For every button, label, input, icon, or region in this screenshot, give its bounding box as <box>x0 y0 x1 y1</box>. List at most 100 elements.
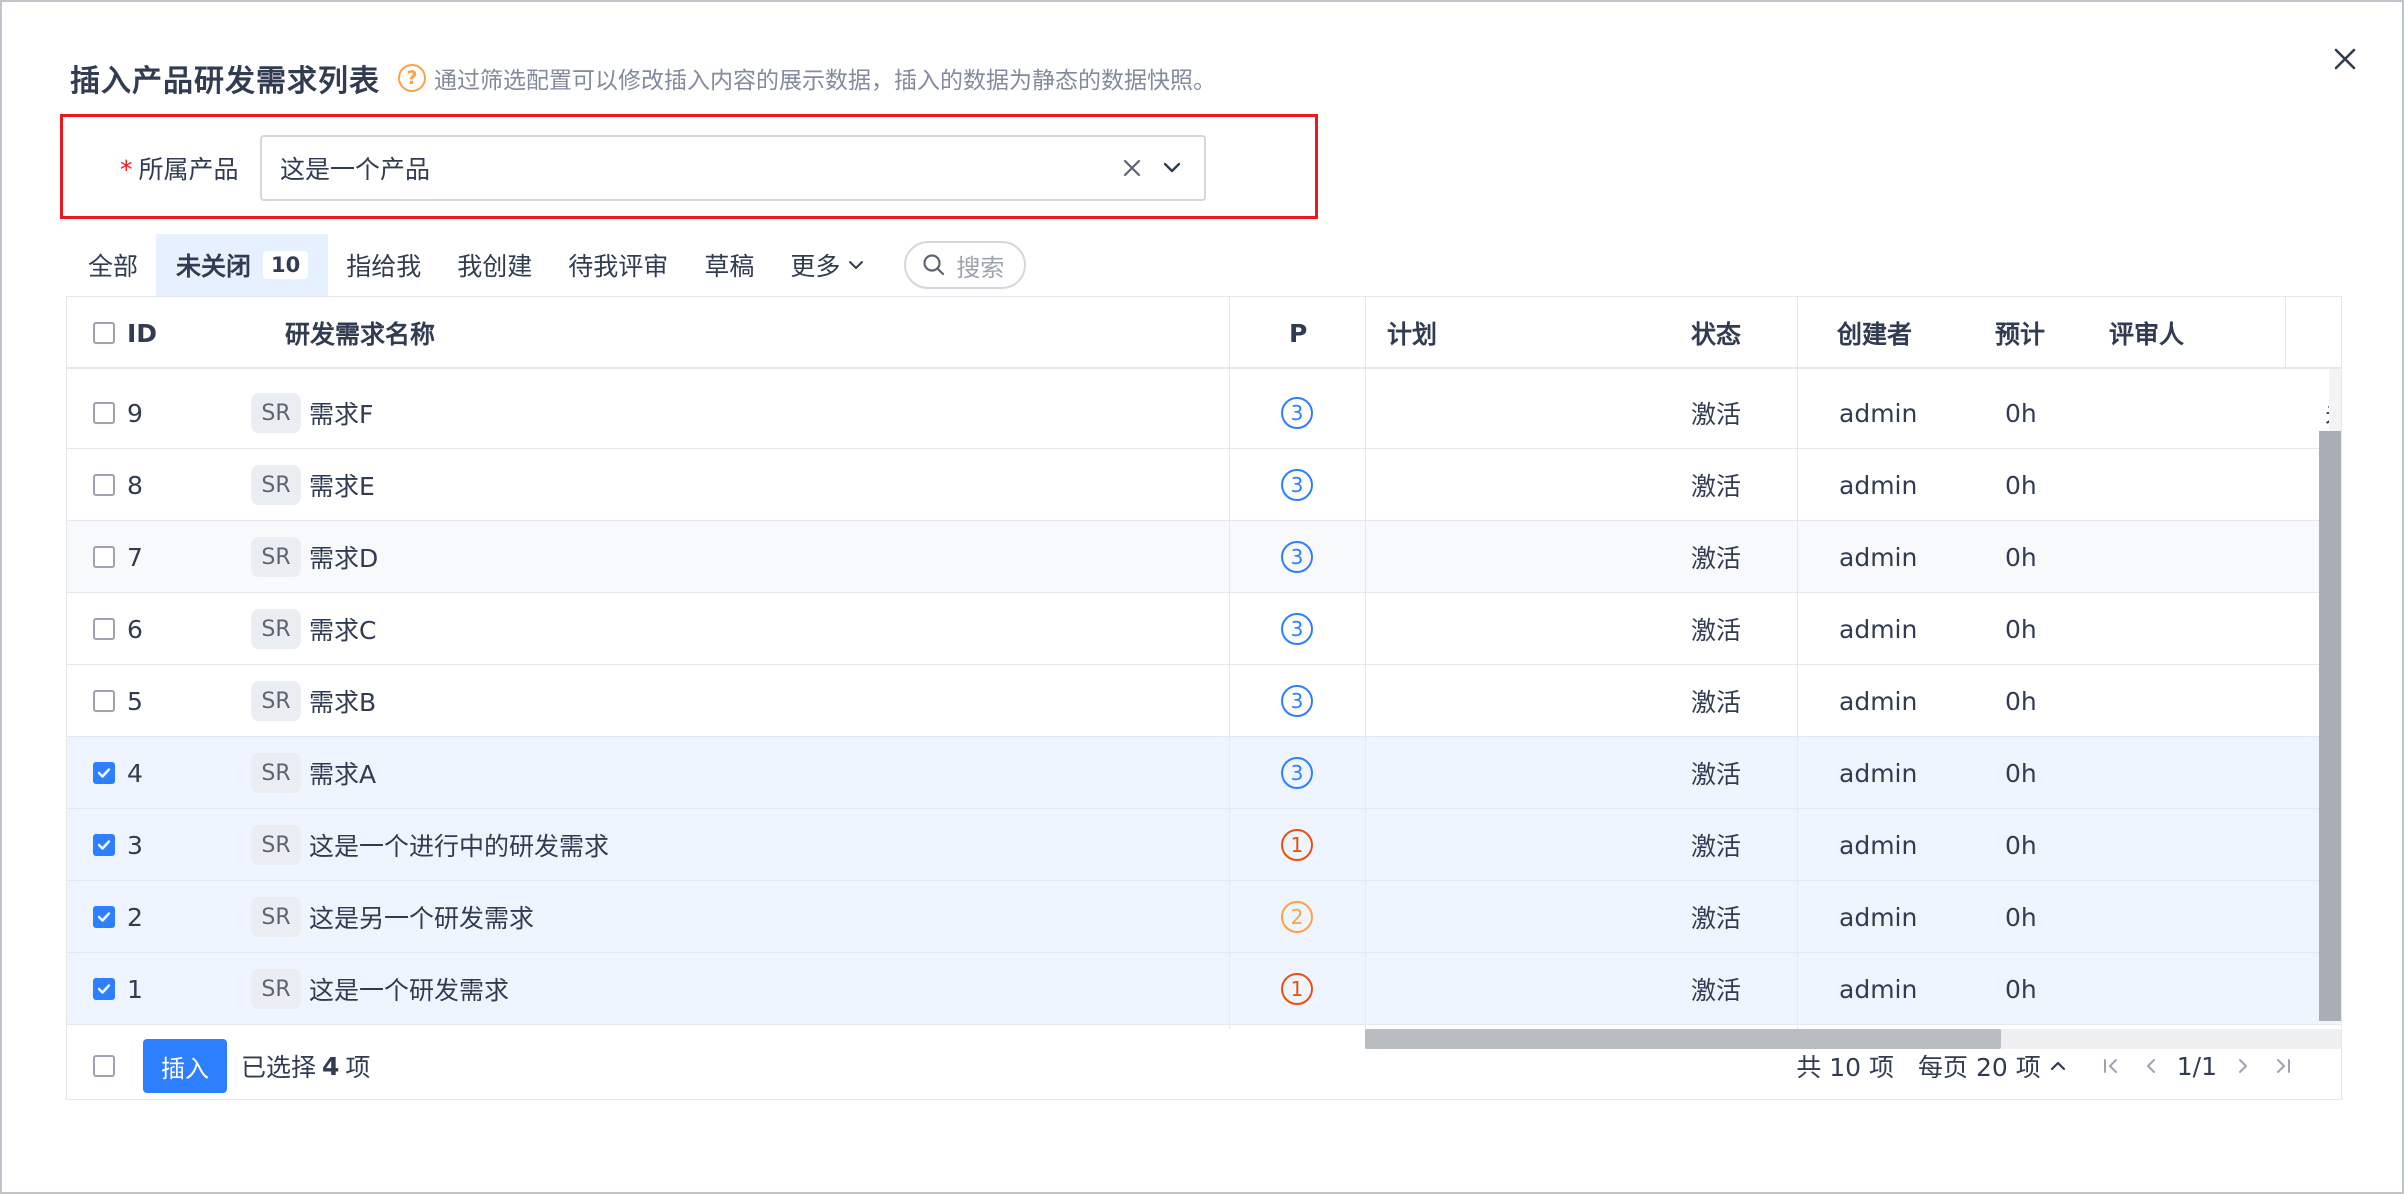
chevron-up-icon[interactable] <box>2049 1060 2067 1072</box>
table-row[interactable]: 2SR这是另一个研发需求2激活admin0h未 <box>67 881 2341 953</box>
tab-unclosed-count: 10 <box>263 251 309 279</box>
row-checkbox[interactable] <box>93 377 115 449</box>
header-name[interactable]: 研发需求名称 <box>285 297 435 369</box>
pager-page: 1/1 <box>2176 1051 2217 1081</box>
priority-badge: 1 <box>1281 829 1313 861</box>
row-checkbox[interactable] <box>93 737 115 809</box>
vertical-scrollbar[interactable] <box>2319 431 2341 1021</box>
row-checkbox[interactable] <box>93 953 115 1025</box>
row-estimate: 0h <box>2005 470 2037 500</box>
row-checkbox[interactable] <box>93 809 115 881</box>
close-icon[interactable] <box>2328 42 2362 76</box>
row-id: 2 <box>127 902 143 932</box>
table-row[interactable]: 9SR需求F3激活admin0h未 <box>67 377 2341 449</box>
row-priority: 3 <box>1281 593 1313 665</box>
row-id: 5 <box>127 686 143 716</box>
insert-button[interactable]: 插入 <box>143 1039 227 1093</box>
row-name-cell[interactable]: SR 这是另一个研发需求 <box>251 881 534 953</box>
dialog-title: 插入产品研发需求列表 <box>70 64 380 99</box>
pager-per-page[interactable]: 每页 20 项 <box>1918 1048 2041 1084</box>
tab-unclosed-label: 未关闭 <box>176 252 252 281</box>
tab-created[interactable]: 我创建 <box>439 234 550 296</box>
last-page-icon[interactable] <box>2263 1049 2303 1083</box>
row-id: 7 <box>127 542 143 572</box>
tab-assigned[interactable]: 指给我 <box>328 234 439 296</box>
row-name[interactable]: 需求D <box>309 539 378 575</box>
row-status: 激活 <box>1691 472 1742 501</box>
row-status: 激活 <box>1691 688 1742 717</box>
row-checkbox[interactable] <box>93 521 115 593</box>
tab-draft[interactable]: 草稿 <box>686 234 772 296</box>
row-name[interactable]: 需求E <box>309 467 375 503</box>
row-name[interactable]: 这是另一个研发需求 <box>309 899 534 935</box>
row-checkbox[interactable] <box>93 665 115 737</box>
row-name-cell[interactable]: SR 这是一个进行中的研发需求 <box>251 809 609 881</box>
product-select[interactable]: 这是一个产品 <box>260 135 1206 201</box>
next-page-icon[interactable] <box>2223 1049 2263 1083</box>
row-creator: admin <box>1839 830 1918 860</box>
row-creator: admin <box>1839 542 1918 572</box>
row-estimate: 0h <box>2005 614 2037 644</box>
selected-prefix: 已选择 <box>241 1053 317 1082</box>
story-table: ID 研发需求名称 P 计划 状态 创建者 预计 评审人 9 SR 需求F 3 激活 ad… <box>66 296 2342 1100</box>
table-row[interactable]: 5SR需求B3激活admin0h未 <box>67 665 2341 737</box>
row-name[interactable]: 这是一个进行中的研发需求 <box>309 827 609 863</box>
header-pri[interactable]: P <box>1289 297 1307 369</box>
search-input[interactable]: 搜索 <box>904 241 1027 289</box>
row-name-cell[interactable]: SR 需求F <box>251 377 373 449</box>
tab-all[interactable]: 全部 <box>70 234 156 296</box>
tab-unclosed[interactable]: 未关闭 10 <box>156 234 329 296</box>
row-status: 激活 <box>1691 832 1742 861</box>
selected-summary: 已选择 4 项 <box>241 1049 370 1083</box>
header-creator[interactable]: 创建者 <box>1837 297 1912 369</box>
table-row[interactable]: 8SR需求E3激活admin0h未 <box>67 449 2341 521</box>
priority-badge: 1 <box>1281 973 1313 1005</box>
table-row[interactable]: 7SR需求D3激活admin0h未 <box>67 521 2341 593</box>
priority-badge: 2 <box>1281 901 1313 933</box>
prev-page-icon[interactable] <box>2131 1049 2171 1083</box>
header-plan[interactable]: 计划 <box>1387 297 1437 369</box>
header-reviewer[interactable]: 评审人 <box>2109 297 2184 369</box>
tab-assigned-label: 指给我 <box>346 252 422 281</box>
row-name-cell[interactable]: SR 这是一个研发需求 <box>251 953 509 1025</box>
horizontal-scrollbar-thumb[interactable] <box>1365 1029 2001 1049</box>
header-id[interactable]: ID <box>127 297 157 369</box>
row-name[interactable]: 这是一个研发需求 <box>309 971 509 1007</box>
row-estimate: 0h <box>2005 830 2037 860</box>
row-name-cell[interactable]: SR 需求B <box>251 665 376 737</box>
row-estimate: 0h <box>2005 398 2037 428</box>
table-row[interactable]: 4SR需求A3激活admin0h未 <box>67 737 2341 809</box>
header-estimate[interactable]: 预计 <box>1995 297 2045 369</box>
table-row[interactable]: 3SR这是一个进行中的研发需求1激活admin0h未 <box>67 809 2341 881</box>
row-name[interactable]: 需求A <box>309 755 376 791</box>
row-name-cell[interactable]: SR 需求C <box>251 593 376 665</box>
tab-more[interactable]: 更多 <box>772 234 882 296</box>
priority-badge: 3 <box>1281 757 1313 789</box>
question-circle-icon: ? <box>398 64 426 92</box>
row-checkbox[interactable] <box>93 881 115 953</box>
column-divider <box>2285 297 2286 369</box>
row-estimate: 0h <box>2005 758 2037 788</box>
clear-icon[interactable] <box>1112 148 1152 188</box>
row-status: 激活 <box>1691 976 1742 1005</box>
table-row[interactable]: 1SR这是一个研发需求1激活admin0h未 <box>67 953 2341 1025</box>
row-name[interactable]: 需求B <box>309 683 376 719</box>
table-row[interactable]: 6SR需求C3激活admin0h未 <box>67 593 2341 665</box>
first-page-icon[interactable] <box>2091 1049 2131 1083</box>
row-name-cell[interactable]: SR 需求A <box>251 737 376 809</box>
tab-review[interactable]: 待我评审 <box>550 234 686 296</box>
row-id: 1 <box>127 974 143 1004</box>
row-name-cell[interactable]: SR 需求E <box>251 449 375 521</box>
footer-select-all-checkbox[interactable] <box>93 1055 115 1077</box>
chevron-down-icon[interactable] <box>1152 148 1192 188</box>
row-name-cell[interactable]: SR 需求D <box>251 521 378 593</box>
search-placeholder: 搜索 <box>956 253 1005 282</box>
story-type-badge: SR <box>251 609 301 649</box>
row-priority: 2 <box>1281 881 1313 953</box>
header-status[interactable]: 状态 <box>1691 297 1741 369</box>
row-checkbox[interactable] <box>93 593 115 665</box>
row-name[interactable]: 需求F <box>309 395 373 431</box>
select-all-checkbox[interactable] <box>93 297 115 369</box>
row-name[interactable]: 需求C <box>309 611 376 647</box>
row-checkbox[interactable] <box>93 449 115 521</box>
